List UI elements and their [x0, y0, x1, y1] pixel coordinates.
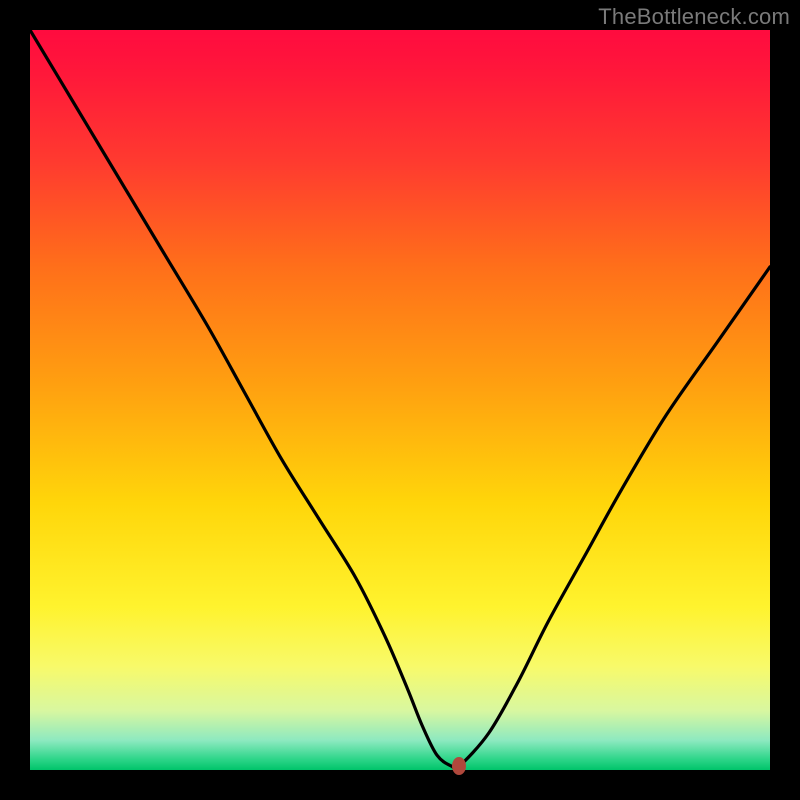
optimal-point-marker	[452, 757, 466, 775]
chart-frame: TheBottleneck.com	[0, 0, 800, 800]
watermark-text: TheBottleneck.com	[598, 4, 790, 30]
bottleneck-curve	[30, 30, 770, 770]
plot-area	[30, 30, 770, 770]
